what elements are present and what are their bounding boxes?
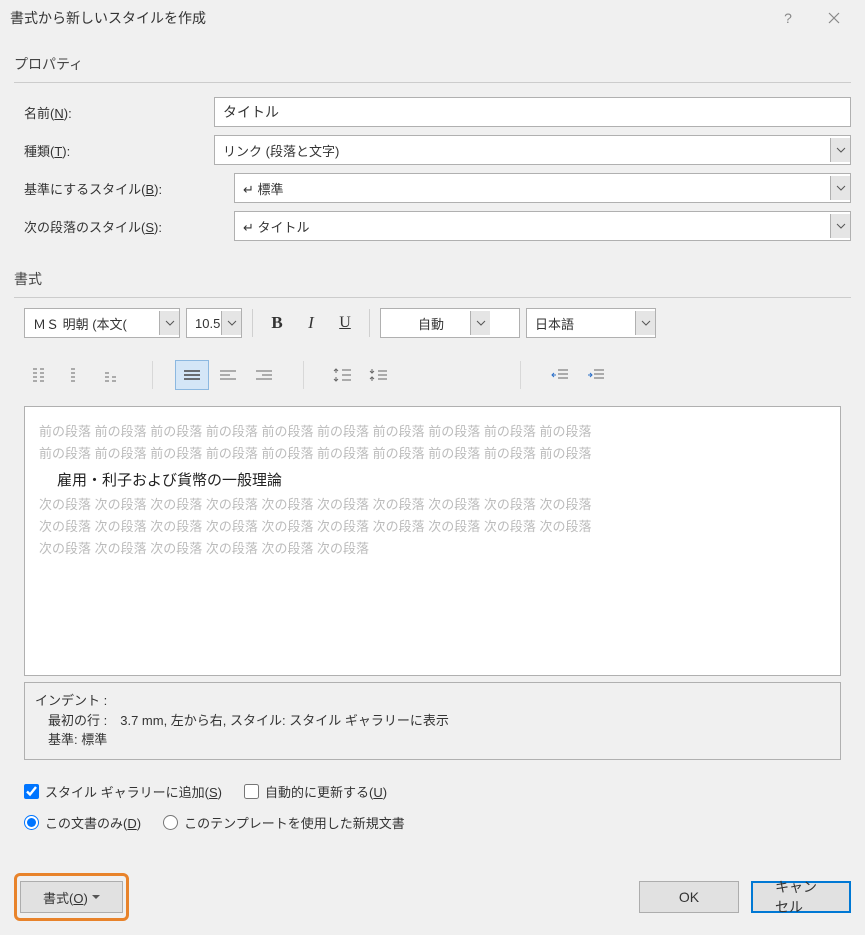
- based-on-select[interactable]: ↵ 標準: [234, 173, 851, 203]
- align-distributed-button[interactable]: [24, 360, 58, 390]
- preview-after-para: 次の段落 次の段落 次の段落 次の段落 次の段落 次の段落 次の段落 次の段落 …: [39, 516, 826, 538]
- chevron-down-icon: [830, 214, 850, 238]
- desc-line: インデント :: [35, 691, 830, 711]
- chevron-down-icon: [159, 311, 179, 335]
- font-value: ＭＳ 明朝 (本文(: [33, 314, 127, 333]
- separator: [303, 361, 304, 389]
- align-left-button[interactable]: [211, 360, 245, 390]
- separator: [369, 309, 370, 337]
- preview-pane: 前の段落 前の段落 前の段落 前の段落 前の段落 前の段落 前の段落 前の段落 …: [24, 406, 841, 676]
- line-spacing-increase-button[interactable]: [326, 360, 360, 390]
- properties-legend: プロパティ: [14, 54, 851, 74]
- dialog-title: 書式から新しいスタイルを作成: [10, 8, 765, 28]
- chevron-down-icon: [830, 138, 850, 162]
- decrease-indent-button[interactable]: [543, 360, 577, 390]
- preview-before-para: 前の段落 前の段落 前の段落 前の段落 前の段落 前の段落 前の段落 前の段落 …: [39, 443, 826, 465]
- line-spacing-decrease-button[interactable]: [362, 360, 396, 390]
- language-value: 日本語: [535, 314, 574, 333]
- titlebar: 書式から新しいスタイルを作成 ?: [0, 0, 865, 36]
- format-legend: 書式: [14, 269, 851, 289]
- desc-line: 最初の行 : 3.7 mm, 左から右, スタイル: スタイル ギャラリーに表示: [35, 711, 830, 731]
- close-button[interactable]: [811, 3, 857, 33]
- ok-button[interactable]: OK: [639, 881, 739, 913]
- separator: [520, 361, 521, 389]
- next-style-value: ↵ タイトル: [243, 217, 310, 236]
- divider: [14, 297, 851, 298]
- preview-after-para: 次の段落 次の段落 次の段落 次の段落 次の段落 次の段落 次の段落 次の段落 …: [39, 494, 826, 516]
- align-center-vert-button[interactable]: [60, 360, 94, 390]
- chevron-down-icon: [221, 311, 241, 335]
- font-select[interactable]: ＭＳ 明朝 (本文(: [24, 308, 180, 338]
- name-input[interactable]: [214, 97, 851, 127]
- bold-button[interactable]: B: [263, 309, 291, 337]
- preview-after-para: 次の段落 次の段落 次の段落 次の段落 次の段落 次の段落: [39, 538, 826, 560]
- align-bottom-button[interactable]: [96, 360, 130, 390]
- next-style-label: 次の段落のスタイル(S):: [14, 217, 214, 236]
- underline-button[interactable]: U: [331, 309, 359, 337]
- size-select[interactable]: 10.5: [186, 308, 242, 338]
- size-value: 10.5: [195, 316, 220, 331]
- based-on-value: ↵ 標準: [243, 179, 284, 198]
- type-select[interactable]: リンク (段落と文字): [214, 135, 851, 165]
- cancel-button[interactable]: キャンセル: [751, 881, 851, 913]
- increase-indent-button[interactable]: [579, 360, 613, 390]
- color-select[interactable]: 自動: [380, 308, 520, 338]
- style-description: インデント : 最初の行 : 3.7 mm, 左から右, スタイル: スタイル …: [24, 682, 841, 760]
- align-right-button[interactable]: [247, 360, 281, 390]
- help-button[interactable]: ?: [765, 3, 811, 33]
- dialog-footer: 書式(O) OK キャンセル: [0, 863, 865, 935]
- preview-before-para: 前の段落 前の段落 前の段落 前の段落 前の段落 前の段落 前の段落 前の段落 …: [39, 421, 826, 443]
- create-style-dialog: 書式から新しいスタイルを作成 ? プロパティ 名前(N): 種類(T): リンク…: [0, 0, 865, 935]
- language-select[interactable]: 日本語: [526, 308, 656, 338]
- italic-button[interactable]: I: [297, 309, 325, 337]
- template-radio[interactable]: このテンプレートを使用した新規文書: [163, 813, 405, 832]
- color-value: 自動: [418, 314, 444, 333]
- add-to-gallery-checkbox[interactable]: スタイル ギャラリーに追加(S): [24, 782, 222, 801]
- separator: [252, 309, 253, 337]
- chevron-down-icon: [470, 311, 490, 335]
- based-on-label: 基準にするスタイル(B):: [14, 179, 214, 198]
- name-label: 名前(N):: [14, 103, 214, 122]
- chevron-down-icon: [92, 895, 100, 900]
- auto-update-checkbox[interactable]: 自動的に更新する(U): [244, 782, 387, 801]
- next-style-select[interactable]: ↵ タイトル: [234, 211, 851, 241]
- format-menu-button[interactable]: 書式(O): [20, 881, 123, 913]
- chevron-down-icon: [635, 311, 655, 335]
- desc-line: 基準: 標準: [35, 730, 830, 750]
- separator: [152, 361, 153, 389]
- format-button-highlight: 書式(O): [14, 873, 129, 921]
- chevron-down-icon: [830, 176, 850, 200]
- divider: [14, 82, 851, 83]
- type-label: 種類(T):: [14, 141, 214, 160]
- align-justify-button[interactable]: [175, 360, 209, 390]
- preview-sample-text: 雇用・利子および貨幣の一般理論: [57, 469, 826, 490]
- type-value: リンク (段落と文字): [223, 141, 339, 160]
- paragraph-toolbar: [24, 352, 851, 398]
- this-document-only-radio[interactable]: この文書のみ(D): [24, 813, 141, 832]
